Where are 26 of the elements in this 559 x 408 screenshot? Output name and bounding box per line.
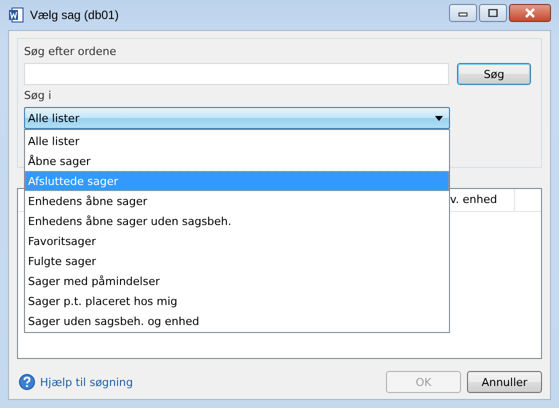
scope-label: Søg i <box>24 89 52 103</box>
column-header[interactable]: v. enhed <box>448 189 515 211</box>
search-field[interactable] <box>24 63 450 85</box>
maximize-icon <box>488 9 498 17</box>
minimize-button[interactable] <box>449 4 477 22</box>
dropdown-option[interactable]: Sager med påmindelser <box>25 271 449 291</box>
dropdown-option[interactable]: Åbne sager <box>25 151 449 171</box>
help-link[interactable]: Hjælp til søgning <box>40 376 134 388</box>
maximize-button[interactable] <box>479 4 507 22</box>
help-icon <box>19 374 35 390</box>
dropdown-option[interactable]: Alle lister <box>25 131 449 151</box>
dropdown-option[interactable]: Sager uden sagsbeh. og enhed <box>25 311 449 331</box>
scope-dropdown[interactable]: Alle lister <box>24 107 450 129</box>
caret-icon <box>435 116 443 120</box>
search-button[interactable]: Søg <box>457 63 531 85</box>
dropdown-option[interactable]: Enhedens åbne sager <box>25 191 449 211</box>
dropdown-option[interactable]: Favoritsager <box>25 231 449 251</box>
document-icon <box>8 7 24 23</box>
close-icon <box>524 8 536 18</box>
dialog-button[interactable]: Annuller <box>467 371 542 393</box>
close-button[interactable] <box>509 4 551 22</box>
search-label: Søg efter ordene <box>24 45 118 59</box>
dropdown-option[interactable]: Sager p.t. placeret hos mig <box>25 291 449 311</box>
dropdown-option[interactable]: Enhedens åbne sager uden sagsbeh. <box>25 211 449 231</box>
window-title: Vælg sag (db01) <box>30 8 119 22</box>
dropdown-option[interactable]: Fulgte sager <box>25 251 449 271</box>
